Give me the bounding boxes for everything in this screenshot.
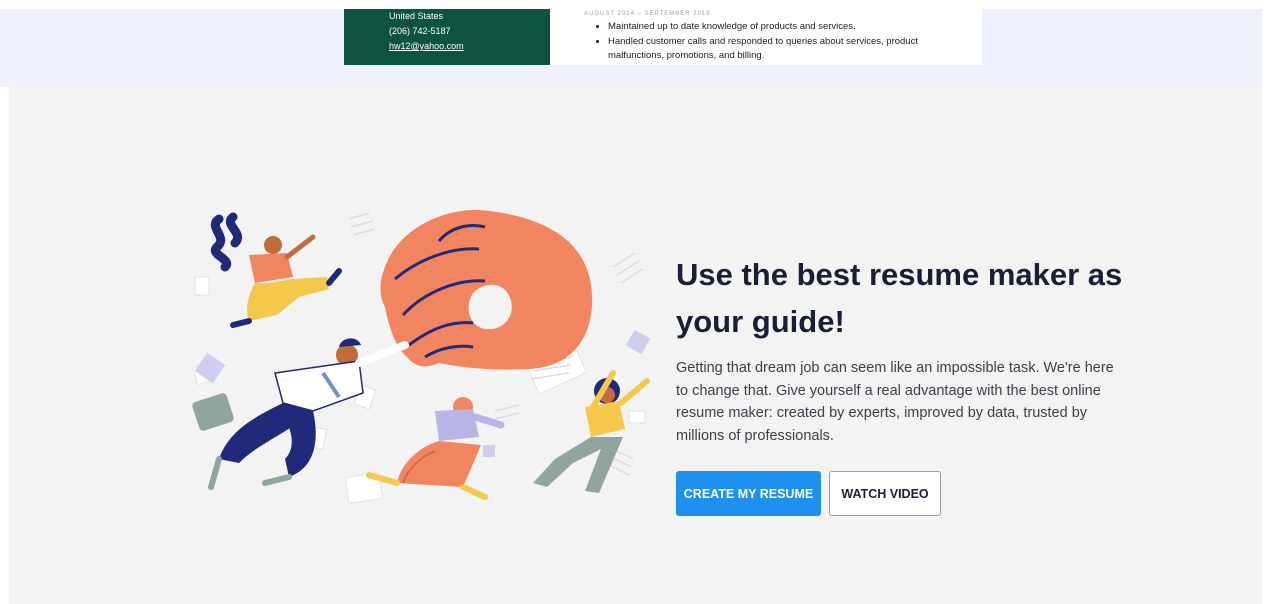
resume-bullet-list: Maintained up to date knowledge of produ… [584,20,964,64]
woman-cheering-figure [533,370,650,493]
page-right-edge [1262,0,1271,604]
resume-bullet-text: Handled customer calls and responded to … [608,35,918,47]
hero-description: Getting that dream job can seem like an … [676,360,1114,444]
giant-hand [380,210,593,370]
resume-bullet: Handled customer calls and responded to … [608,35,964,64]
woman-yellow-figure [210,212,342,328]
resume-experience-section: AUGUST 2014 – SEPTEMBER 2019 Maintained … [584,9,964,65]
resume-job-dates: AUGUST 2014 – SEPTEMBER 2019 [584,11,711,17]
woman-lavender-figure [366,397,505,500]
resume-bullet-text: malfunctions, promotions, and billing. [608,50,765,61]
resume-email-link[interactable]: hw12@yahoo.com [389,39,550,54]
resume-country: United States [389,11,444,21]
resume-bullet: Maintained up to date knowledge of produ… [608,20,964,35]
resume-preview-band: United States (206) 742-5187 hw12@yahoo.… [0,0,1271,87]
hero-section: Use the best resume maker as your guide!… [9,87,1271,604]
resume-contact-sidebar: United States (206) 742-5187 hw12@yahoo.… [344,9,550,65]
resume-phone: (206) 742-5187 [389,26,451,36]
create-my-resume-button[interactable]: CREATE MY RESUME [676,471,821,516]
resume-preview-card: United States (206) 742-5187 hw12@yahoo.… [344,9,982,65]
watch-video-button[interactable]: WATCH VIDEO [829,471,941,516]
hero-headline: Use the best resume maker as your guide! [676,257,1123,339]
man-briefcase-figure [192,338,409,490]
hero-illustration [192,210,651,504]
page-header-edge [0,0,1271,9]
